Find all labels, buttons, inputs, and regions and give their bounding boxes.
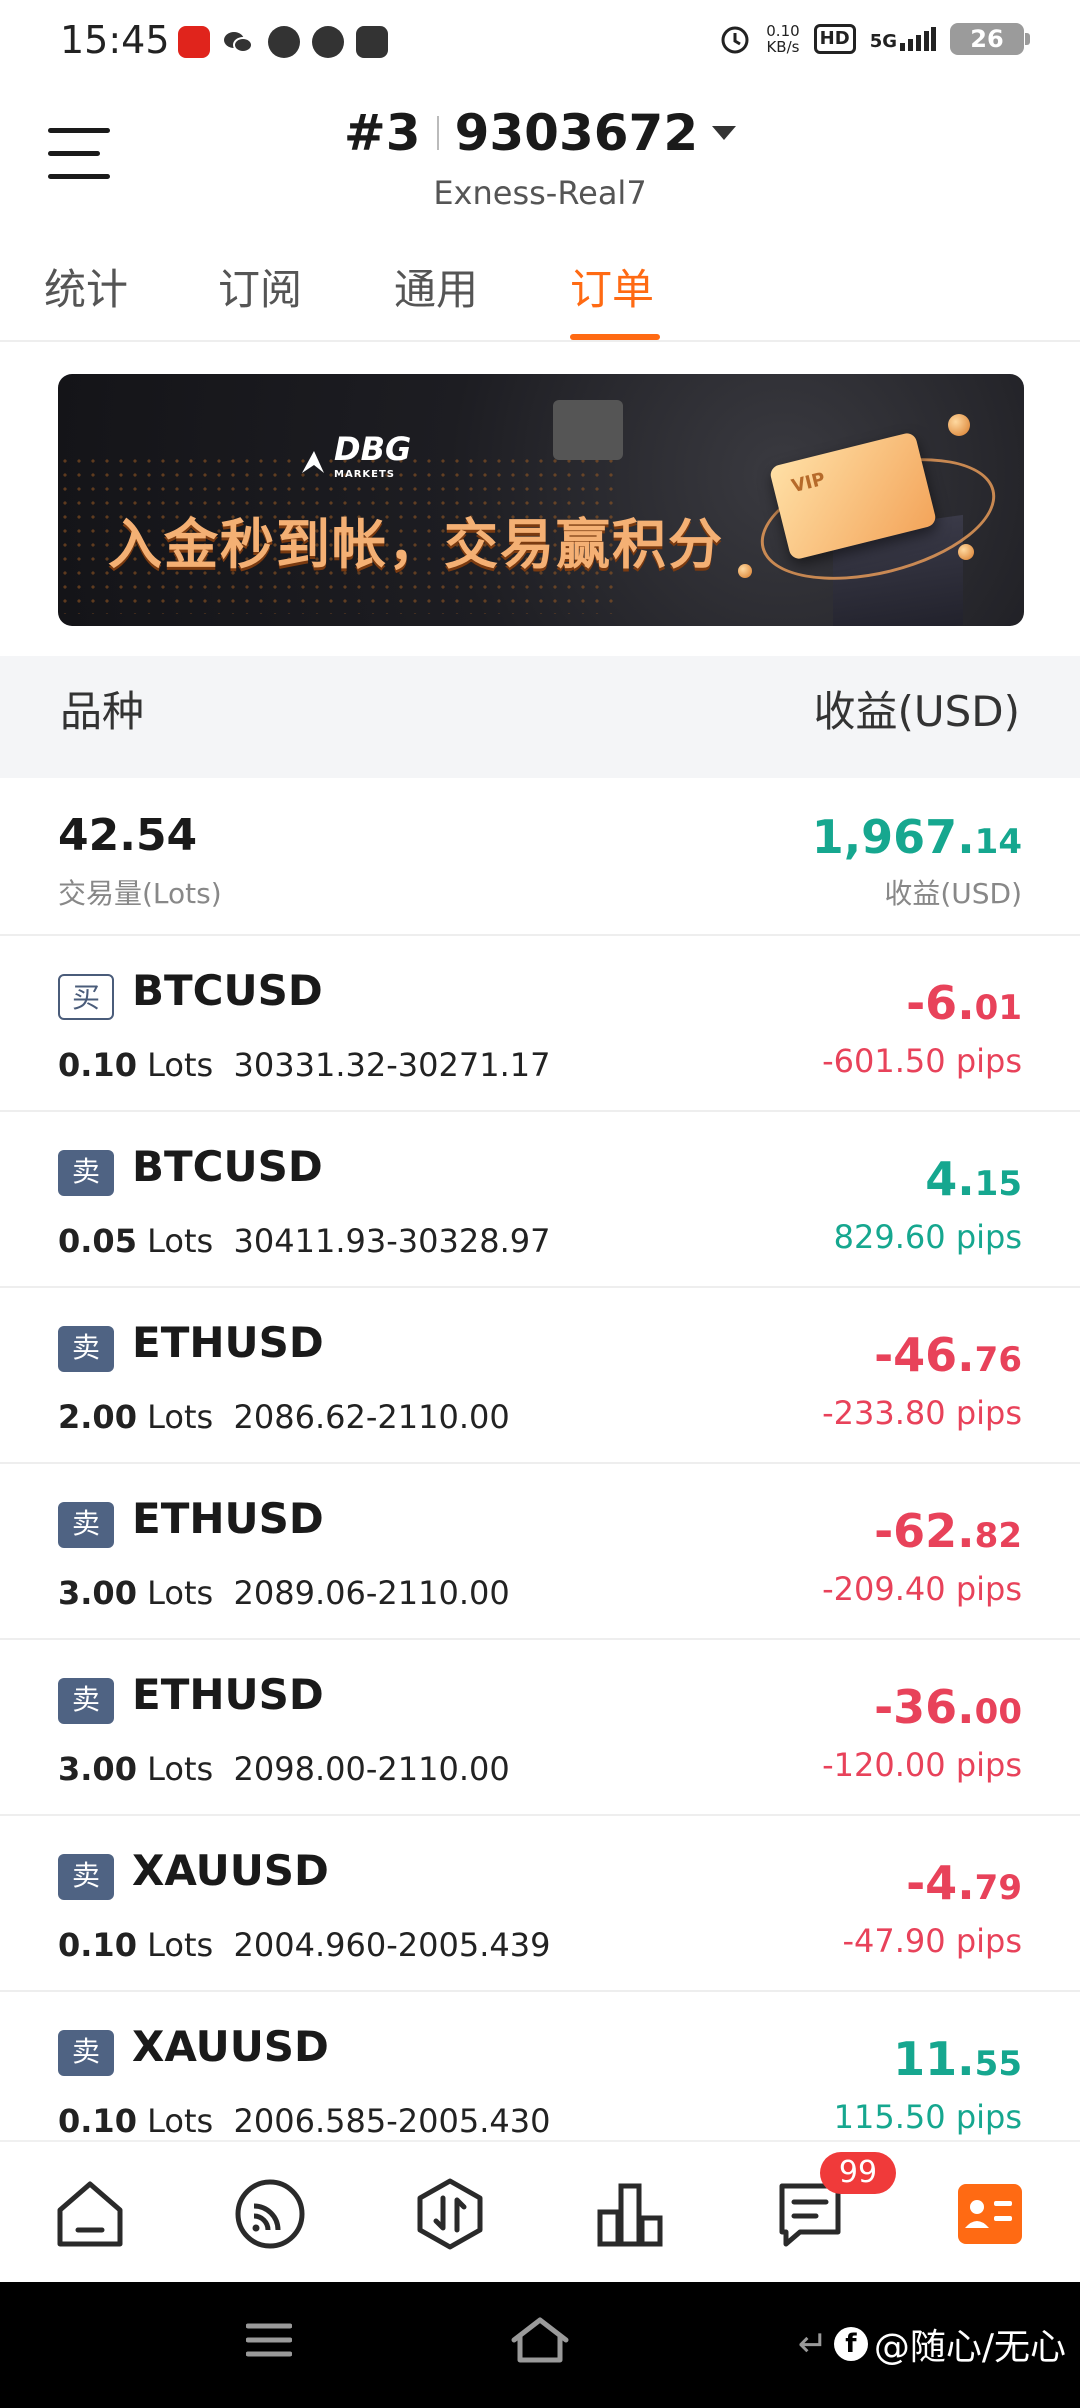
symbol-column-header: 品种 <box>60 687 145 736</box>
video-app-icon <box>356 26 388 58</box>
total-profit: 1,967.14 <box>811 810 1022 864</box>
bottom-navigation: 99 <box>0 2140 1080 2282</box>
banner-headline: 入金秒到帐，交易赢积分 <box>108 513 724 576</box>
weibo-logo-icon: f <box>833 2327 868 2361</box>
alarm-icon <box>721 26 749 54</box>
promo-banner[interactable]: DBG MARKETS 入金秒到帐，交易赢积分 <box>58 374 1024 626</box>
order-side-badge: 卖 <box>58 1678 114 1724</box>
account-server: Exness-Real7 <box>433 174 647 212</box>
order-side-badge: 卖 <box>58 1502 114 1548</box>
chart-bars-icon[interactable] <box>592 2176 668 2252</box>
watermark-text: @随心/无心 <box>873 2327 1066 2368</box>
status-indicators: 0.10 KB/s HD 5G 26 <box>718 22 1030 56</box>
dropdown-caret-icon <box>712 126 737 140</box>
battery-indicator: 26 <box>950 23 1030 55</box>
signal-feed-icon[interactable] <box>232 2176 308 2252</box>
orders-list[interactable]: 买 BTCUSD 0.10 Lots 30331.32-30271.17 -6.… <box>0 936 1080 2140</box>
banner-coin-graphic <box>738 564 752 578</box>
recent-apps-icon[interactable] <box>245 2320 293 2360</box>
order-symbol: ETHUSD <box>132 1494 324 1543</box>
tab-bar: 统计 订阅 通用 订单 <box>0 256 1080 342</box>
order-profit: -6.01 <box>906 976 1022 1030</box>
tab-orders[interactable]: 订单 <box>570 256 654 317</box>
wechat-icon <box>222 26 254 58</box>
total-profit-label: 收益(USD) <box>884 877 1022 910</box>
order-row[interactable]: 卖 XAUUSD 0.10 Lots 2004.960-2005.439 -4.… <box>0 1816 1080 1992</box>
trade-icon[interactable] <box>412 2176 488 2252</box>
compass-icon <box>312 26 344 58</box>
account-prefix: #3 <box>343 104 421 162</box>
order-row[interactable]: 卖 ETHUSD 2.00 Lots 2086.62-2110.00 -46.7… <box>0 1288 1080 1464</box>
order-detail: 2.00 Lots 2086.62-2110.00 <box>58 1398 510 1436</box>
back-icon[interactable]: ↵ <box>798 2324 828 2365</box>
account-number: 9303672 <box>454 104 699 162</box>
order-pips: 115.50 pips <box>833 2098 1022 2136</box>
order-pips: -47.90 pips <box>842 1922 1022 1960</box>
network-speed: 0.10 KB/s <box>766 22 800 56</box>
media-play-icon <box>268 26 300 58</box>
order-symbol: ETHUSD <box>132 1670 324 1719</box>
status-bar: 15:45 0.10 KB/s HD 5G 26 <box>0 0 1080 84</box>
orders-table-header: 品种 收益(USD) <box>0 656 1080 778</box>
order-profit: 4.15 <box>925 1152 1022 1206</box>
order-pips: -120.00 pips <box>822 1746 1022 1784</box>
tab-general[interactable]: 通用 <box>394 256 478 317</box>
status-time: 15:45 <box>60 18 170 62</box>
banner-coin-graphic <box>948 414 970 436</box>
account-divider <box>436 116 439 150</box>
order-detail: 0.05 Lots 30411.93-30328.97 <box>58 1222 551 1260</box>
order-detail: 3.00 Lots 2089.06-2110.00 <box>58 1574 510 1612</box>
dbg-logo-icon <box>302 451 324 473</box>
tab-subscriptions[interactable]: 订阅 <box>218 256 302 317</box>
system-navigation-bar: ↵ f @随心/无心 <box>0 2282 1080 2408</box>
order-profit: -4.79 <box>906 1856 1022 1910</box>
active-tab-indicator <box>570 334 660 340</box>
news-app-icon <box>178 26 210 58</box>
order-row[interactable]: 卖 BTCUSD 0.05 Lots 30411.93-30328.97 4.1… <box>0 1112 1080 1288</box>
order-side-badge: 卖 <box>58 1150 114 1196</box>
banner-logo: DBG MARKETS <box>298 433 411 488</box>
banner-gift-graphic <box>553 400 623 460</box>
order-pips: -601.50 pips <box>822 1042 1022 1080</box>
order-profit: 11.55 <box>893 2032 1022 2086</box>
order-detail: 0.10 Lots 2006.585-2005.430 <box>58 2102 551 2140</box>
total-lots-label: 交易量(Lots) <box>58 877 222 910</box>
order-pips: -233.80 pips <box>822 1394 1022 1432</box>
order-row[interactable]: 卖 XAUUSD 0.10 Lots 2006.585-2005.430 11.… <box>0 1992 1080 2140</box>
order-side-badge: 卖 <box>58 2030 114 2076</box>
order-row[interactable]: 买 BTCUSD 0.10 Lots 30331.32-30271.17 -6.… <box>0 936 1080 1112</box>
banner-coin-graphic <box>958 544 974 560</box>
order-detail: 0.10 Lots 30331.32-30271.17 <box>58 1046 551 1084</box>
tab-statistics[interactable]: 统计 <box>44 256 128 317</box>
total-lots: 42.54 <box>58 810 198 861</box>
order-profit: -46.76 <box>874 1328 1022 1382</box>
profit-column-header: 收益(USD) <box>813 687 1020 736</box>
order-symbol: ETHUSD <box>132 1318 324 1367</box>
order-detail: 3.00 Lots 2098.00-2110.00 <box>58 1750 510 1788</box>
order-profit: -62.82 <box>874 1504 1022 1558</box>
order-symbol: BTCUSD <box>132 966 323 1015</box>
watermark: ↵ f @随心/无心 <box>798 2318 1066 2370</box>
order-symbol: BTCUSD <box>132 1142 323 1191</box>
profile-card-icon[interactable] <box>952 2176 1028 2252</box>
home-icon[interactable] <box>52 2176 128 2252</box>
order-row[interactable]: 卖 ETHUSD 3.00 Lots 2089.06-2110.00 -62.8… <box>0 1464 1080 1640</box>
order-side-badge: 卖 <box>58 1854 114 1900</box>
order-symbol: XAUUSD <box>132 1846 329 1895</box>
signal-icon: 5G <box>870 27 936 51</box>
order-pips: 829.60 pips <box>833 1218 1022 1256</box>
order-symbol: XAUUSD <box>132 2022 329 2071</box>
system-home-icon[interactable] <box>510 2316 570 2364</box>
order-side-badge: 卖 <box>58 1326 114 1372</box>
order-row[interactable]: 卖 ETHUSD 3.00 Lots 2098.00-2110.00 -36.0… <box>0 1640 1080 1816</box>
app-screen: 15:45 0.10 KB/s HD 5G 26 #3 9303672 Exne… <box>0 0 1080 2408</box>
message-count-badge: 99 <box>820 2152 896 2194</box>
orders-summary: 42.54 交易量(Lots) 1,967.14 收益(USD) <box>0 778 1080 936</box>
order-pips: -209.40 pips <box>822 1570 1022 1608</box>
hd-indicator: HD <box>813 24 856 54</box>
order-profit: -36.00 <box>874 1680 1022 1734</box>
account-selector[interactable]: #3 9303672 Exness-Real7 <box>0 104 1080 212</box>
order-side-badge: 买 <box>58 974 114 1020</box>
order-detail: 0.10 Lots 2004.960-2005.439 <box>58 1926 551 1964</box>
